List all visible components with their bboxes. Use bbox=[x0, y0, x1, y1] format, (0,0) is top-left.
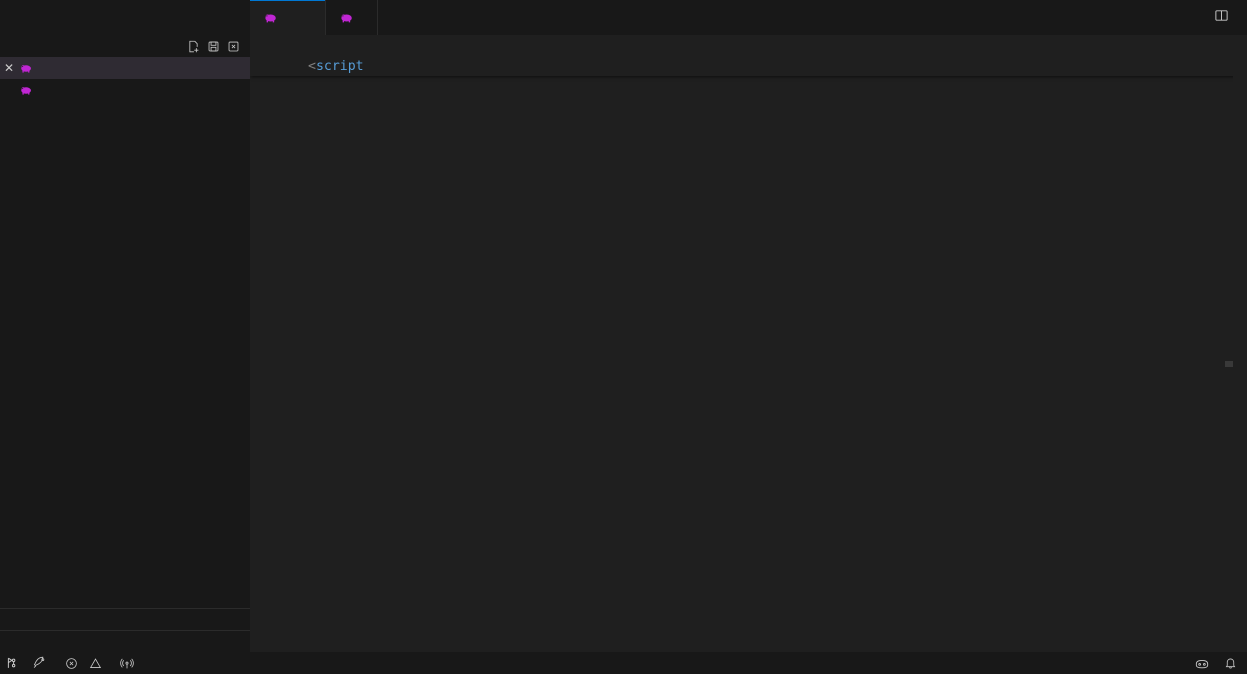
close-icon[interactable]: ✕ bbox=[0, 61, 18, 75]
status-editor-language[interactable] bbox=[1173, 652, 1187, 674]
sticky-scroll-header[interactable]: <script bbox=[250, 57, 1247, 76]
code-lines[interactable] bbox=[250, 57, 1247, 652]
outline-panel-header[interactable] bbox=[0, 608, 250, 630]
new-file-icon[interactable] bbox=[187, 40, 200, 53]
open-editors-header[interactable] bbox=[0, 35, 250, 57]
status-problems[interactable] bbox=[58, 652, 113, 674]
file-tree[interactable] bbox=[0, 125, 250, 608]
php-elephant-icon bbox=[338, 11, 355, 25]
php-elephant-icon bbox=[18, 62, 35, 75]
timeline-panel-header[interactable] bbox=[0, 630, 250, 652]
save-all-icon[interactable] bbox=[207, 40, 220, 53]
status-remote-indicator[interactable] bbox=[0, 652, 25, 674]
sticky-line-number bbox=[250, 57, 308, 76]
status-editor-eol[interactable] bbox=[1159, 652, 1173, 674]
breadcrumb bbox=[250, 35, 1247, 57]
editor-actions bbox=[1202, 0, 1247, 35]
editor-group: <script bbox=[250, 0, 1247, 652]
close-all-icon[interactable] bbox=[227, 40, 240, 53]
workbench-body: ✕ <script bbox=[0, 0, 1247, 652]
code-editor[interactable]: <script bbox=[250, 57, 1247, 652]
explorer-sidebar: ✕ bbox=[0, 0, 250, 652]
status-copilot[interactable] bbox=[1187, 652, 1217, 674]
editor-vertical-scrollbar[interactable] bbox=[1225, 361, 1233, 367]
explorer-title-bar bbox=[0, 0, 250, 35]
editor-tab-reviews[interactable] bbox=[250, 0, 326, 35]
open-editor-item[interactable]: ✕ bbox=[0, 57, 250, 79]
status-ports[interactable] bbox=[113, 652, 145, 674]
status-bar-left bbox=[0, 652, 145, 674]
editor-tab-bar bbox=[250, 0, 1247, 35]
php-elephant-icon bbox=[18, 84, 35, 97]
status-bar-right bbox=[1117, 652, 1247, 674]
status-bar bbox=[0, 652, 1247, 674]
open-editors-list: ✕ bbox=[0, 57, 250, 101]
overview-ruler[interactable] bbox=[1233, 57, 1247, 652]
split-editor-icon[interactable] bbox=[1214, 8, 1229, 28]
php-elephant-icon bbox=[262, 11, 279, 25]
status-editor-position[interactable] bbox=[1117, 652, 1131, 674]
status-editor-encoding[interactable] bbox=[1145, 652, 1159, 674]
vscode-window: ✕ <script bbox=[0, 0, 1247, 674]
editor-tab-view[interactable] bbox=[326, 0, 378, 35]
status-editor-indentation[interactable] bbox=[1131, 652, 1145, 674]
workspace-header[interactable] bbox=[0, 103, 250, 125]
status-notifications[interactable] bbox=[1217, 652, 1247, 674]
open-editors-actions bbox=[187, 40, 250, 53]
status-launchpad[interactable] bbox=[25, 652, 58, 674]
open-editor-item[interactable] bbox=[0, 79, 250, 101]
sticky-line-content: <script bbox=[308, 59, 364, 74]
